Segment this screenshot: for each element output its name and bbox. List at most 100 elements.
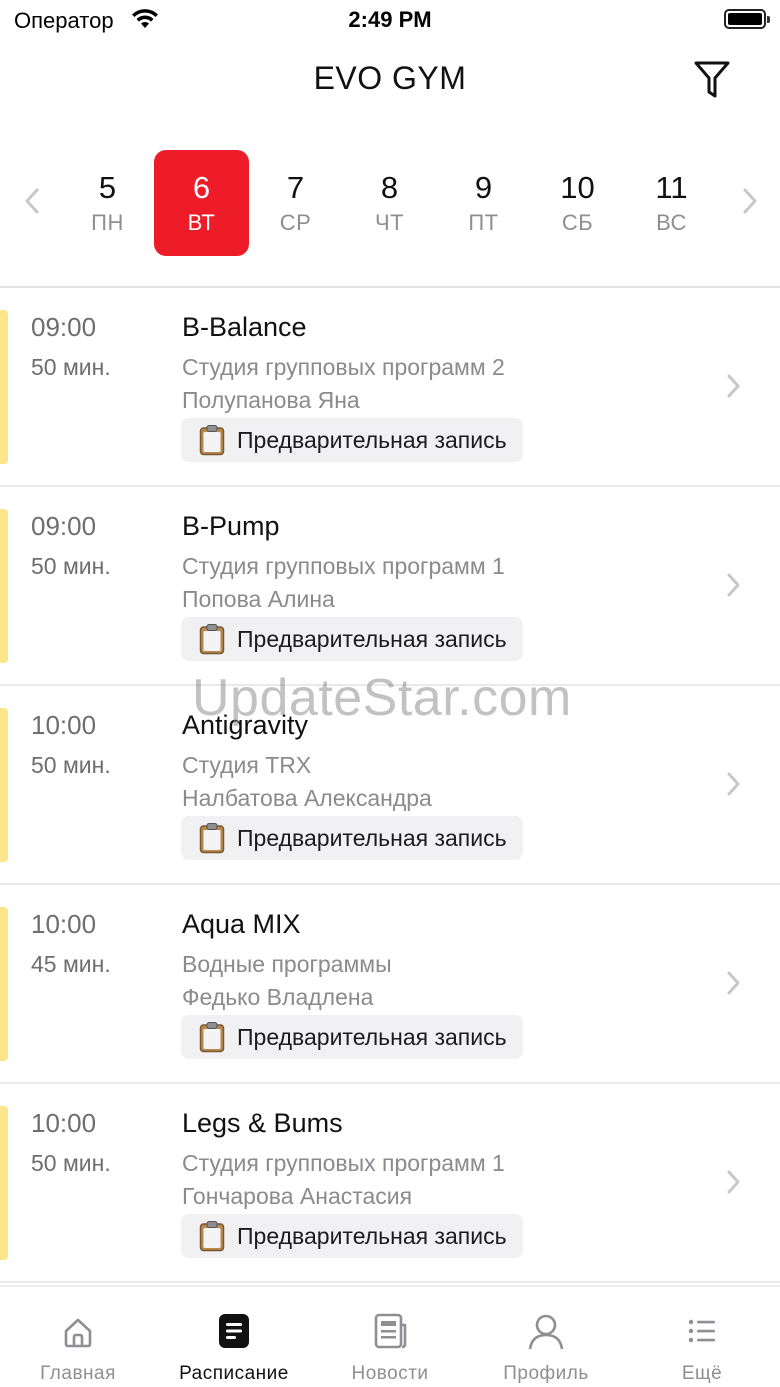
- tab-bar: Главная Расписание Новости Профиль Ещё: [0, 1285, 780, 1387]
- booking-badge: Предварительная запись: [181, 1214, 523, 1258]
- day-number: 9: [474, 170, 493, 205]
- day-weekday: СР: [279, 210, 312, 235]
- class-duration: 50 мин.: [31, 354, 111, 380]
- class-trainer: Попова Алина: [182, 586, 335, 612]
- booking-badge-label: Предварительная запись: [237, 824, 507, 851]
- class-accent-bar: [0, 509, 8, 663]
- day-10[interactable]: 10 СБ: [530, 150, 625, 256]
- day-weekday: ВС: [656, 210, 687, 235]
- home-icon: [64, 1318, 92, 1348]
- day-weekday: ПН: [91, 210, 124, 235]
- class-list: 09:00 50 мин. B-Balance Студия групповых пр…: [0, 288, 780, 1283]
- tab-home[interactable]: Главная: [0, 1287, 156, 1387]
- day-7[interactable]: 7 СР: [248, 150, 343, 256]
- chevron-right-icon[interactable]: [726, 372, 742, 400]
- class-studio: Студия групповых программ 1: [182, 553, 505, 579]
- week-selector: 5 ПН 6 ВТ 7 СР 8 ЧТ 9 ПТ 10 СБ 11 ВС: [0, 150, 780, 256]
- class-duration: 45 мин.: [31, 951, 111, 977]
- class-row[interactable]: 09:00 50 мин. B-Balance Студия групповых пр…: [0, 288, 780, 487]
- battery-icon: [724, 9, 770, 29]
- booking-badge: Предварительная запись: [181, 1015, 523, 1059]
- day-weekday: СБ: [561, 210, 594, 235]
- booking-badge: Предварительная запись: [181, 418, 523, 462]
- class-accent-bar: [0, 310, 8, 464]
- day-number: 10: [560, 170, 595, 205]
- booking-badge-label: Предварительная запись: [237, 1222, 507, 1249]
- news-icon: [374, 1313, 407, 1349]
- clipboard-icon: [199, 425, 225, 456]
- class-name: Legs & Bums: [182, 1108, 343, 1138]
- class-row[interactable]: 10:00 50 мин. Legs & Bums Студия групповых …: [0, 1084, 780, 1283]
- class-name: B-Balance: [182, 312, 307, 342]
- tab-schedule[interactable]: Расписание: [156, 1287, 312, 1387]
- class-trainer: Федько Владлена: [182, 984, 374, 1010]
- tab-more[interactable]: Ещё: [624, 1287, 780, 1387]
- chevron-right-icon[interactable]: [738, 186, 762, 216]
- day-weekday: ВТ: [187, 210, 216, 235]
- class-studio: Студия групповых программ 1: [182, 1150, 505, 1176]
- class-row[interactable]: 10:00 50 мин. Antigravity Студия TRX Налбато…: [0, 686, 780, 885]
- class-studio: Студия групповых программ 2: [182, 354, 505, 380]
- day-number: 7: [286, 170, 305, 205]
- day-number: 11: [655, 170, 688, 205]
- booking-badge: Предварительная запись: [181, 816, 523, 860]
- class-trainer: Налбатова Александра: [182, 785, 432, 811]
- class-duration: 50 мин.: [31, 553, 111, 579]
- booking-badge-label: Предварительная запись: [237, 426, 507, 453]
- clipboard-icon: [199, 823, 225, 854]
- class-trainer: Полупанова Яна: [182, 387, 360, 413]
- clipboard-icon: [199, 1221, 225, 1252]
- class-duration: 50 мин.: [31, 1150, 111, 1176]
- class-accent-bar: [0, 708, 8, 862]
- class-name: Aqua MIX: [182, 909, 301, 939]
- class-time: 10:00: [31, 710, 97, 740]
- tab-label: Главная: [40, 1363, 116, 1384]
- clipboard-icon: [199, 1022, 225, 1053]
- page-title: EVO GYM: [313, 60, 467, 96]
- tab-profile[interactable]: Профиль: [468, 1287, 624, 1387]
- class-accent-bar: [0, 907, 8, 1061]
- filter-icon[interactable]: [692, 58, 732, 100]
- more-icon: [688, 1319, 715, 1343]
- day-8[interactable]: 8 ЧТ: [342, 150, 437, 256]
- status-time: 2:49 PM: [348, 7, 432, 32]
- day-number: 5: [98, 170, 117, 205]
- schedule-icon: [219, 1314, 249, 1348]
- booking-badge-label: Предварительная запись: [237, 625, 507, 652]
- class-studio: Водные программы: [182, 951, 392, 977]
- class-time: 09:00: [31, 511, 97, 541]
- profile-icon: [528, 1314, 564, 1350]
- day-6[interactable]: 6 ВТ: [154, 150, 249, 256]
- day-weekday: ЧТ: [374, 210, 405, 235]
- class-time: 10:00: [31, 1108, 97, 1138]
- tab-label: Профиль: [503, 1363, 589, 1384]
- class-trainer: Гончарова Анастасия: [182, 1183, 413, 1209]
- class-name: Antigravity: [182, 710, 309, 740]
- chevron-left-icon[interactable]: [20, 186, 44, 216]
- class-row[interactable]: 09:00 50 мин. B-Pump Студия групповых прогр…: [0, 487, 780, 686]
- tab-label: Ещё: [681, 1363, 723, 1384]
- day-weekday: ПТ: [468, 210, 499, 235]
- class-time: 10:00: [31, 909, 97, 939]
- class-row[interactable]: 10:00 45 мин. Aqua MIX Водные программы Федь…: [0, 885, 780, 1084]
- class-name: B-Pump: [182, 511, 280, 541]
- class-studio: Студия TRX: [182, 752, 312, 778]
- day-9[interactable]: 9 ПТ: [436, 150, 531, 256]
- class-time: 09:00: [31, 312, 97, 342]
- tab-label: Новости: [351, 1363, 429, 1384]
- chevron-right-icon[interactable]: [726, 1168, 742, 1196]
- day-5[interactable]: 5 ПН: [60, 150, 155, 256]
- booking-badge-label: Предварительная запись: [237, 1023, 507, 1050]
- class-accent-bar: [0, 1106, 8, 1260]
- tab-news[interactable]: Новости: [312, 1287, 468, 1387]
- day-11[interactable]: 11 ВС: [624, 150, 719, 256]
- class-duration: 50 мин.: [31, 752, 111, 778]
- chevron-right-icon[interactable]: [726, 969, 742, 997]
- day-number: 6: [192, 170, 211, 205]
- status-bar: Оператор 2:49 PM: [0, 0, 780, 40]
- chevron-right-icon[interactable]: [726, 571, 742, 599]
- tab-label: Расписание: [179, 1363, 289, 1384]
- clipboard-icon: [199, 624, 225, 655]
- day-number: 8: [380, 170, 399, 205]
- chevron-right-icon[interactable]: [726, 770, 742, 798]
